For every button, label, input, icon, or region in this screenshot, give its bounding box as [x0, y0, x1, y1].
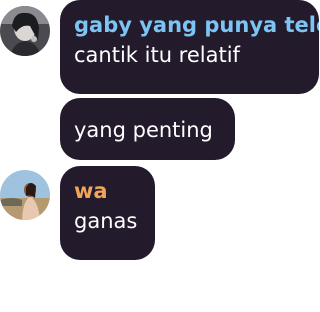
message-bubble-gaby[interactable]: gaby yang punya tele cantik itu relatif [60, 0, 319, 94]
message-text: cantik itu relatif [74, 43, 240, 67]
message-text: yang penting [74, 118, 213, 142]
profile-photo-gaby [0, 6, 50, 56]
message-bubble-gaby-2[interactable]: yang penting [60, 98, 235, 160]
profile-photo-wa [0, 170, 50, 220]
message-bubble-wa[interactable]: wa ganas [60, 166, 155, 260]
avatar-gaby[interactable] [0, 6, 50, 56]
avatar-wa[interactable] [0, 170, 50, 220]
sender-name-wa[interactable]: wa [74, 176, 141, 206]
message-text: ganas [74, 209, 138, 233]
sender-name-gaby[interactable]: gaby yang punya tele [74, 10, 319, 40]
